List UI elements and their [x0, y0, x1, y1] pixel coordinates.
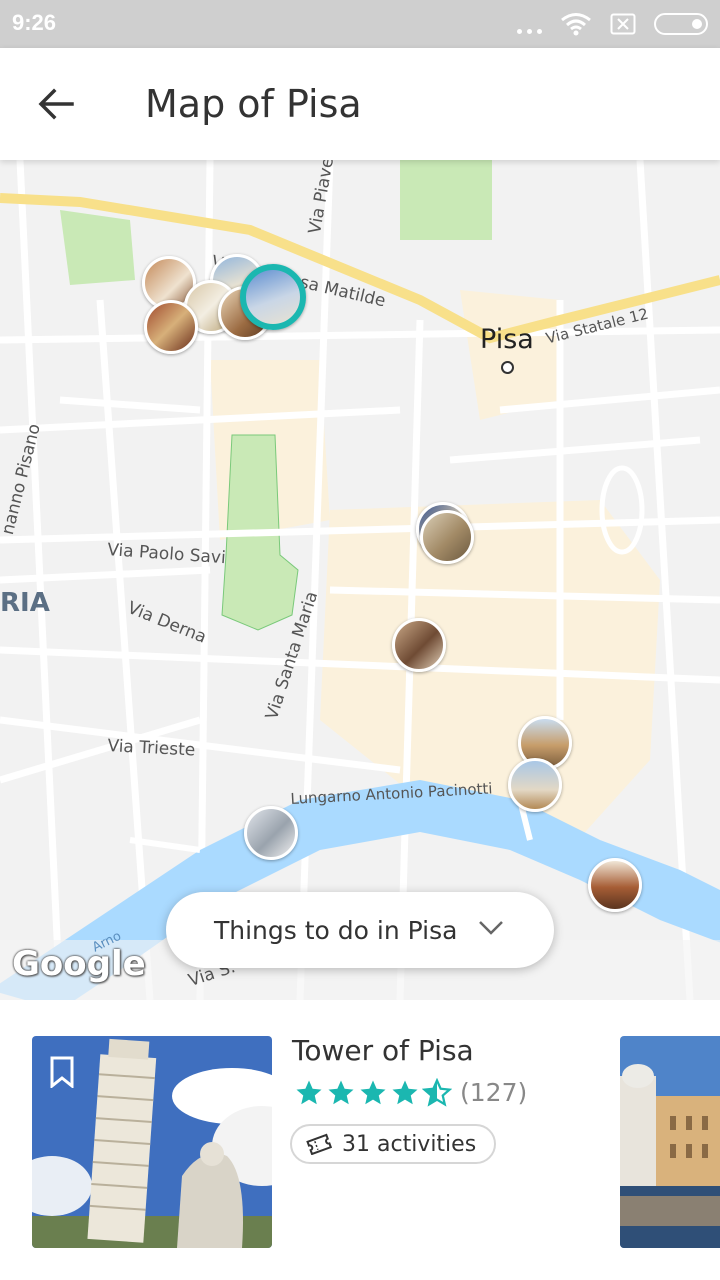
district-label: RIA — [0, 588, 50, 618]
poi-title: Tower of Pisa — [292, 1034, 474, 1067]
star-full-icon — [360, 1080, 386, 1105]
poi-card-carousel: Tower of Pisa (127) 31 activities — [0, 1000, 720, 1280]
wifi-icon — [561, 13, 591, 36]
category-dropdown[interactable]: Things to do in Pisa — [166, 892, 554, 968]
poi-card-image[interactable] — [32, 1036, 272, 1248]
next-poi-card[interactable] — [620, 1036, 720, 1248]
star-full-icon — [296, 1080, 322, 1105]
poi-marker[interactable] — [420, 510, 474, 564]
map-view[interactable]: Via Contessa Matilde Via Statale 12 Via … — [0, 160, 720, 1000]
star-half-icon — [422, 1078, 452, 1107]
activities-chip[interactable]: 31 activities — [290, 1124, 496, 1164]
next-poi-photo — [620, 1036, 720, 1248]
poi-marker[interactable] — [508, 758, 562, 812]
rating-stars — [294, 1078, 452, 1108]
poi-marker[interactable] — [588, 858, 642, 912]
more-dots-icon — [517, 14, 542, 34]
page-title: Map of Pisa — [145, 82, 362, 126]
app-bar: Map of Pisa — [0, 48, 720, 160]
activities-label: 31 activities — [342, 1131, 477, 1157]
status-bar: 9:26 — [0, 0, 720, 48]
poi-marker[interactable] — [244, 806, 298, 860]
battery-icon — [654, 13, 708, 35]
no-sim-icon — [610, 13, 636, 35]
review-count: (127) — [460, 1078, 528, 1107]
back-button[interactable] — [28, 78, 84, 130]
poi-marker[interactable] — [144, 300, 198, 354]
status-icons — [517, 10, 708, 38]
selected-poi-marker[interactable] — [240, 264, 306, 330]
google-attribution: Google — [12, 944, 146, 984]
city-label: Pisa — [480, 324, 534, 355]
category-dropdown-label: Things to do in Pisa — [214, 915, 458, 945]
chevron-down-icon — [479, 921, 503, 935]
bookmark-icon[interactable] — [50, 1056, 74, 1088]
star-full-icon — [328, 1080, 354, 1105]
ticket-icon — [306, 1133, 332, 1155]
city-marker — [501, 361, 514, 374]
poi-marker[interactable] — [392, 618, 446, 672]
status-time: 9:26 — [12, 10, 57, 35]
arrow-left-icon — [38, 88, 74, 120]
star-full-icon — [392, 1080, 418, 1105]
